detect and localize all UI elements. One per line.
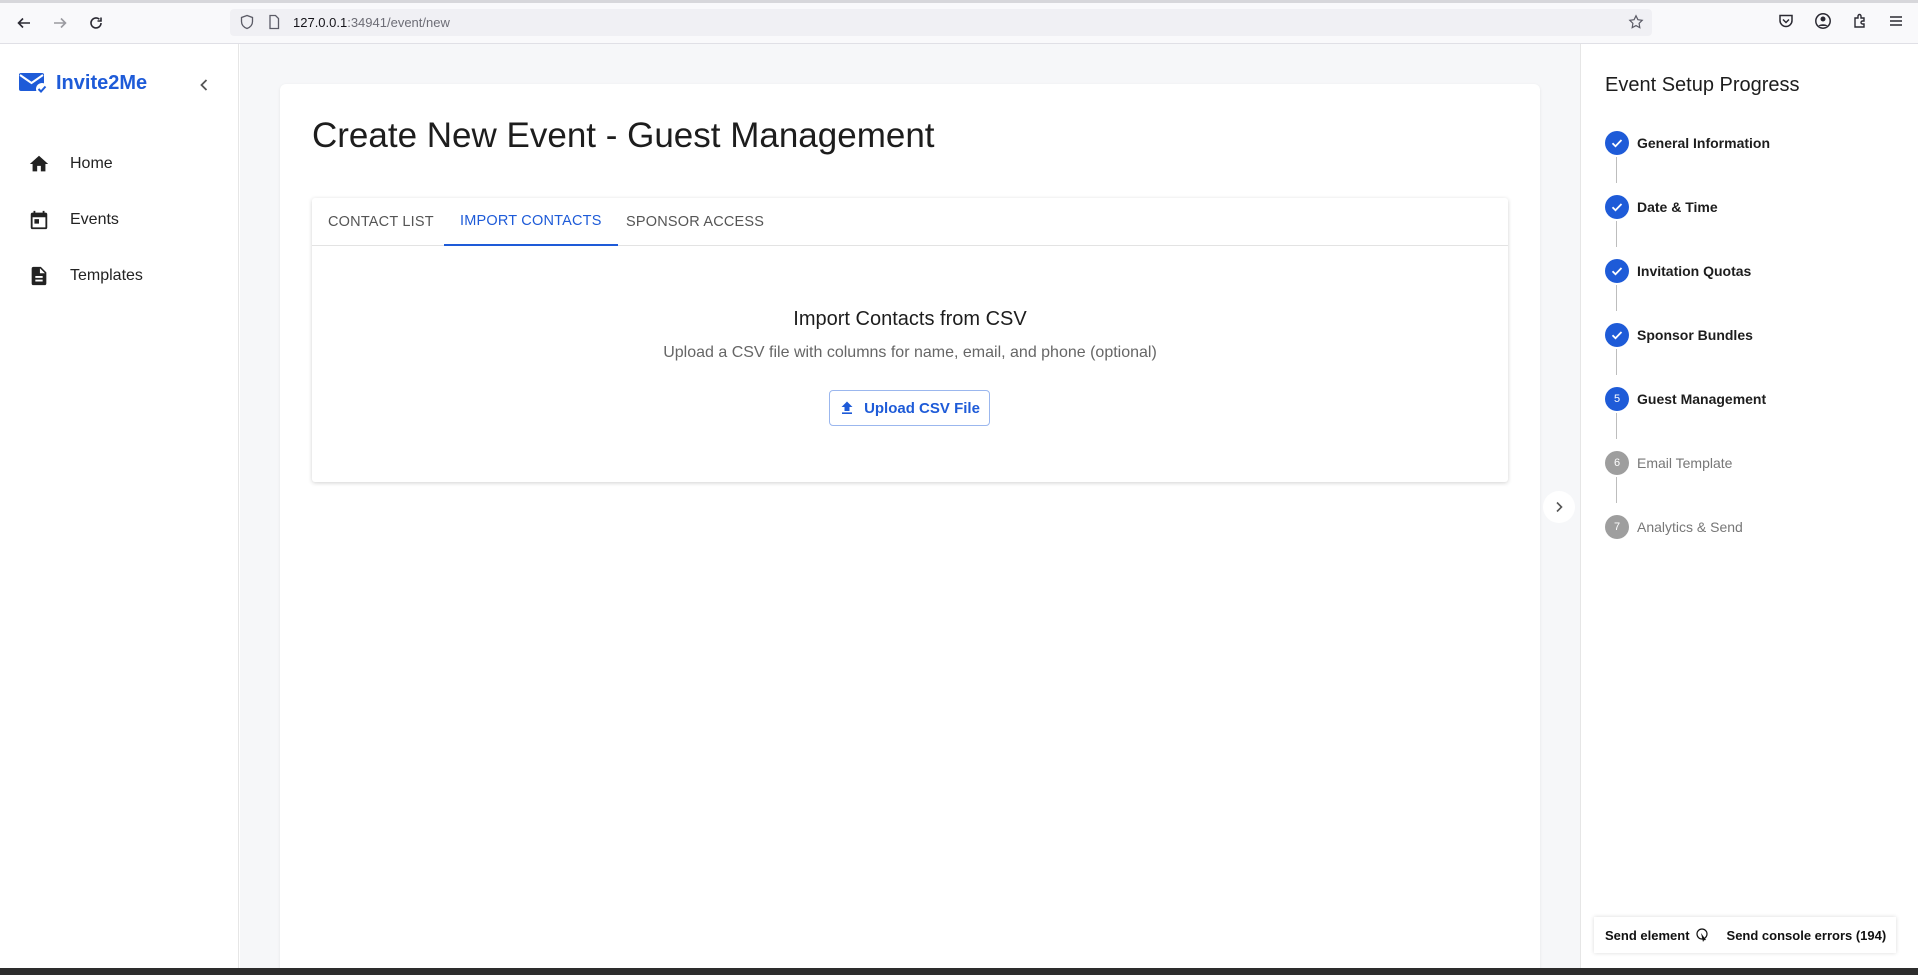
- page-icon: [266, 14, 283, 31]
- calendar-icon: [30, 210, 48, 230]
- tab-sponsor-access[interactable]: SPONSOR ACCESS: [610, 198, 780, 246]
- step-label: Date & Time: [1637, 199, 1718, 215]
- url-path: :34941/event/new: [347, 15, 450, 30]
- page-title: Create New Event - Guest Management: [312, 116, 935, 155]
- chevron-right-icon[interactable]: [1543, 491, 1575, 523]
- sidebar-item-label: Home: [70, 155, 113, 172]
- address-bar[interactable]: 127.0.0.1:34941/event/new: [230, 9, 1652, 36]
- devtools-bar: Send element Send console errors (194): [1594, 917, 1896, 953]
- upload-csv-button[interactable]: Upload CSV File: [829, 390, 990, 426]
- step-label: General Information: [1637, 135, 1771, 151]
- step-number-badge: 6: [1605, 451, 1629, 475]
- step-number-badge: 5: [1605, 387, 1629, 411]
- upload-icon: [841, 401, 853, 414]
- progress-title: Event Setup Progress: [1605, 74, 1800, 96]
- step-invitation-quotas[interactable]: Invitation Quotas: [1605, 259, 1751, 283]
- envelope-check-icon: [19, 73, 48, 95]
- check-icon: [1605, 195, 1629, 219]
- account-icon[interactable]: [1814, 12, 1834, 32]
- pocket-icon[interactable]: [1777, 12, 1797, 32]
- main-content: Create New Event - Guest Management CONT…: [240, 44, 1580, 975]
- reload-icon[interactable]: [85, 12, 107, 34]
- forward-icon[interactable]: [49, 12, 71, 34]
- step-connector: [1616, 413, 1617, 439]
- check-icon: [1605, 131, 1629, 155]
- extensions-icon[interactable]: [1851, 12, 1871, 32]
- tab-contact-list[interactable]: CONTACT LIST: [312, 198, 450, 246]
- os-taskbar: [0, 968, 1918, 975]
- shield-icon[interactable]: [239, 14, 256, 31]
- step-connector: [1616, 477, 1617, 503]
- back-icon[interactable]: [13, 12, 35, 34]
- import-subtitle: Upload a CSV file with columns for name,…: [663, 344, 1157, 361]
- sidebar-item-templates[interactable]: Templates: [28, 258, 143, 294]
- chevron-left-icon[interactable]: [193, 74, 215, 96]
- tab-import-contacts[interactable]: IMPORT CONTACTS: [444, 198, 618, 246]
- step-label: Invitation Quotas: [1637, 263, 1752, 279]
- sidebar-item-label: Templates: [70, 267, 143, 284]
- setup-progress-panel: Event Setup Progress General Information…: [1580, 44, 1918, 968]
- upload-button-label: Upload CSV File: [864, 399, 980, 417]
- step-connector: [1616, 285, 1617, 311]
- bookmark-star-icon[interactable]: [1628, 14, 1645, 31]
- sidebar: Invite2Me Home Events Templates: [0, 44, 239, 968]
- check-icon: [1605, 323, 1629, 347]
- step-date-time[interactable]: Date & Time: [1605, 195, 1718, 219]
- step-sponsor-bundles[interactable]: Sponsor Bundles: [1605, 323, 1753, 347]
- brand-name: Invite2Me: [56, 71, 148, 94]
- step-number-badge: 7: [1605, 515, 1629, 539]
- step-connector: [1616, 157, 1617, 183]
- browser-top-strip: [0, 0, 1918, 3]
- step-general-information[interactable]: General Information: [1605, 131, 1770, 155]
- step-email-template[interactable]: 6 Email Template: [1605, 451, 1732, 475]
- tab-bar: CONTACT LIST IMPORT CONTACTS SPONSOR ACC…: [312, 198, 1508, 246]
- sidebar-item-events[interactable]: Events: [28, 202, 119, 238]
- step-connector: [1616, 221, 1617, 247]
- brand[interactable]: Invite2Me: [18, 70, 147, 96]
- browser-toolbar: 127.0.0.1:34941/event/new: [0, 0, 1918, 44]
- step-label: Email Template: [1637, 455, 1733, 471]
- sidebar-item-home[interactable]: Home: [28, 146, 113, 182]
- step-label: Sponsor Bundles: [1637, 327, 1753, 343]
- pointer-icon: [1695, 928, 1708, 942]
- sidebar-item-label: Events: [70, 211, 119, 228]
- step-label: Analytics & Send: [1637, 519, 1743, 535]
- document-icon: [31, 266, 47, 286]
- check-icon: [1605, 259, 1629, 283]
- url-text[interactable]: 127.0.0.1:34941/event/new: [293, 15, 450, 30]
- send-console-errors-button[interactable]: Send console errors (194): [1727, 928, 1887, 943]
- import-title: Import Contacts from CSV: [793, 308, 1027, 330]
- guest-management-panel: CONTACT LIST IMPORT CONTACTS SPONSOR ACC…: [312, 198, 1508, 482]
- event-form-card: Create New Event - Guest Management CONT…: [280, 84, 1540, 975]
- home-icon: [29, 155, 49, 172]
- menu-icon[interactable]: [1887, 12, 1907, 32]
- send-element-button[interactable]: Send element: [1605, 928, 1709, 943]
- step-guest-management[interactable]: 5 Guest Management: [1605, 387, 1766, 411]
- url-host: 127.0.0.1: [293, 15, 348, 30]
- send-element-label: Send element: [1605, 927, 1690, 943]
- step-label: Guest Management: [1637, 391, 1767, 407]
- step-analytics-send[interactable]: 7 Analytics & Send: [1605, 515, 1743, 539]
- step-connector: [1616, 349, 1617, 375]
